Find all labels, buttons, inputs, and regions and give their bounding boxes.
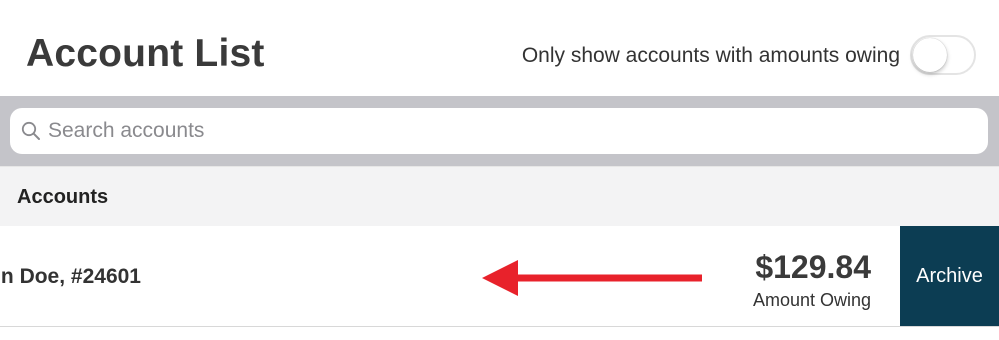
account-name: n Doe, #24601: [0, 265, 141, 288]
section-header: Accounts: [0, 166, 999, 226]
arrow-left-icon: [482, 260, 702, 296]
amounts-owing-toggle[interactable]: [910, 35, 976, 75]
search-field[interactable]: [10, 108, 988, 154]
archive-button[interactable]: Archive: [900, 226, 999, 326]
amounts-owing-toggle-label: Only show accounts with amounts owing: [521, 44, 900, 67]
search-bar: [0, 96, 999, 166]
search-icon: [21, 121, 40, 140]
amount-owing-label: Amount Owing: [752, 290, 871, 310]
search-input[interactable]: [48, 108, 968, 154]
toggle-knob: [913, 38, 947, 72]
amount-owing-value: $129.84: [755, 249, 871, 285]
section-title: Accounts: [17, 186, 109, 208]
list-background: [0, 327, 999, 340]
page-title: Account List: [26, 32, 265, 75]
account-row[interactable]: n Doe, #24601 $129.84 Amount Owing Archi…: [0, 226, 999, 327]
header: Account List Only show accounts with amo…: [0, 0, 999, 96]
